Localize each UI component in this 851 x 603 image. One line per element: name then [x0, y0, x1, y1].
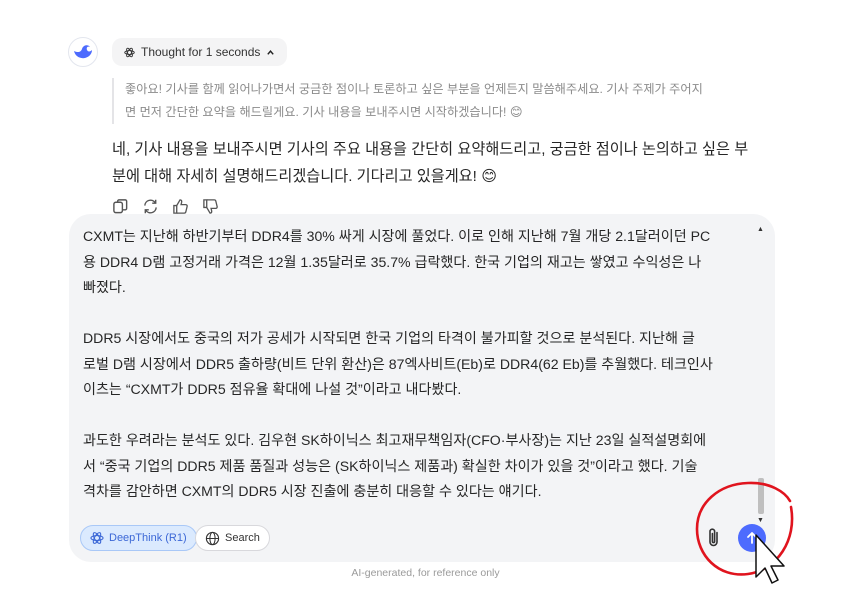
- scroll-up-arrow-icon[interactable]: ▲: [757, 226, 764, 233]
- atom-icon: [124, 47, 135, 57]
- disclaimer-text: AI-generated, for reference only: [351, 567, 500, 579]
- message-composer: CXMT는 지난해 하반기부터 DDR4를 30% 싸게 시장에 풀었다. 이로…: [69, 214, 775, 562]
- input-line: 과도한 우려라는 분석도 있다. 김우현 SK하이닉스 최고재무책임자(CFO·…: [83, 432, 707, 448]
- regenerate-button[interactable]: [140, 196, 160, 216]
- like-button[interactable]: [170, 196, 190, 216]
- input-line: 용 DDR4 D램 고정거래 가격은 12월 1.35달러로 35.7% 급락했…: [83, 253, 702, 270]
- message-input[interactable]: CXMT는 지난해 하반기부터 DDR4를 30% 싸게 시장에 풀었다. 이로…: [83, 224, 755, 514]
- scroll-down-arrow-icon[interactable]: ▼: [757, 517, 764, 524]
- thought-toggle-button[interactable]: Thought for 1 seconds: [112, 38, 288, 66]
- input-line: 로벌 D램 시장에서 DDR5 출하량(비트 단위 환산)은 87엑사비트(Eb…: [83, 355, 713, 372]
- thinking-content: 좋아요! 기사를 함께 읽어나가면서 궁금한 점이나 토론하고 싶은 부분을 언…: [112, 78, 772, 124]
- globe-icon: [205, 531, 220, 545]
- thinking-line: 면 먼저 간단한 요약을 해드릴게요. 기사 내용을 보내주시면 시작하겠습니다…: [125, 105, 523, 119]
- input-line: 이츠는 “CXMT가 DDR5 점유율 확대에 나설 것”이라고 내다봤다.: [83, 381, 462, 397]
- dislike-button[interactable]: [200, 196, 220, 216]
- answer-line: 분에 대해 자세히 설명해드리겠습니다. 기다리고 있을게요! 😊: [112, 168, 497, 185]
- deepthink-label: DeepThink (R1): [109, 532, 187, 544]
- regenerate-icon: [143, 198, 157, 214]
- search-label: Search: [225, 532, 260, 544]
- copy-button[interactable]: [110, 196, 130, 216]
- input-line: [83, 301, 755, 327]
- deepthink-toggle[interactable]: DeepThink (R1): [80, 525, 197, 551]
- attach-button[interactable]: [702, 526, 726, 550]
- message-actions: [110, 196, 220, 216]
- thumbs-up-icon: [172, 198, 188, 214]
- input-line: [83, 403, 755, 429]
- deepseek-logo-icon: [74, 45, 92, 59]
- thumbs-down-icon: [202, 198, 218, 214]
- thinking-line: 좋아요! 기사를 함께 읽어나가면서 궁금한 점이나 토론하고 싶은 부분을 언…: [125, 82, 703, 96]
- scrollbar-thumb[interactable]: [758, 478, 764, 514]
- chevron-up-icon: [267, 49, 275, 55]
- assistant-avatar: [68, 37, 98, 67]
- answer-line: 네, 기사 내용을 보내주시면 기사의 주요 내용을 간단히 요약해드리고, 궁…: [112, 141, 749, 158]
- thought-label: Thought for 1 seconds: [141, 45, 261, 59]
- atom-icon: [90, 532, 104, 544]
- input-line: 서 “중국 기업의 DDR5 제품 품질과 성능은 (SK하이닉스 제품과) 확…: [83, 457, 698, 474]
- input-line: DDR5 시장에서도 중국의 저가 공세가 시작되면 한국 기업의 타격이 불가…: [83, 330, 695, 346]
- search-toggle[interactable]: Search: [195, 525, 270, 551]
- copy-icon: [112, 198, 127, 213]
- input-line: 빠졌다.: [83, 279, 126, 295]
- paperclip-icon: [709, 528, 718, 547]
- assistant-answer: 네, 기사 내용을 보내주시면 기사의 주요 내용을 간단히 요약해드리고, 궁…: [112, 136, 767, 190]
- input-scrollbar[interactable]: ▲ ▼: [756, 226, 766, 524]
- input-line: CXMT는 지난해 하반기부터 DDR4를 30% 싸게 시장에 풀었다. 이로…: [83, 228, 711, 244]
- input-line: 격차를 감안하면 CXMT의 DDR5 시장 진출에 충분히 대응할 수 있다는…: [83, 483, 542, 499]
- send-button[interactable]: [738, 524, 766, 552]
- arrow-up-icon: [747, 532, 757, 544]
